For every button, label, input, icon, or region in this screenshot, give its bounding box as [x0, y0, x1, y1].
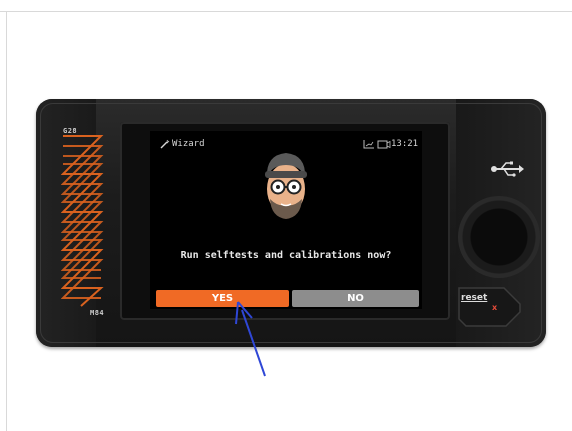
page-left-border [6, 11, 7, 431]
reset-button-plate[interactable] [456, 284, 522, 328]
m84-label: M84 [90, 309, 105, 317]
orange-stripe-pattern [61, 135, 104, 307]
display-screen: Wizard 13:21 Run selftests and calibrati… [150, 131, 422, 309]
question-text: Run selftests and calibrations now? [180, 250, 392, 261]
control-knob[interactable] [458, 196, 540, 278]
camera-icon [377, 140, 391, 149]
wizard-wand-icon [160, 139, 170, 149]
usb-icon [491, 161, 524, 177]
reset-mark: x [492, 303, 498, 312]
pointer-arrow [235, 301, 266, 377]
chart-icon [363, 140, 374, 149]
no-button[interactable]: NO [292, 290, 419, 307]
screen-title: Wizard [172, 139, 205, 149]
reset-label: reset [461, 293, 488, 303]
clock-time: 13:21 [391, 139, 419, 149]
bearded-man-avatar-icon [265, 153, 307, 219]
page-top-border [0, 0, 572, 12]
